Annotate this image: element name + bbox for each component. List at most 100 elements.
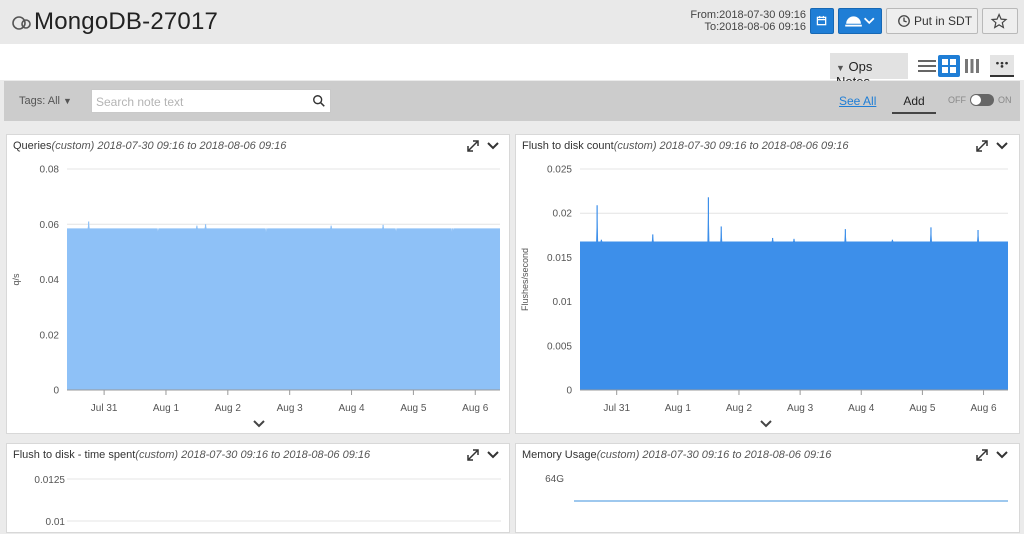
series-area bbox=[67, 221, 500, 390]
panel-title: Flush to disk count(custom) 2018-07-30 0… bbox=[522, 140, 849, 152]
y-tick-label: 0.025 bbox=[547, 165, 572, 176]
time-range-from: From:2018-07-30 09:16 bbox=[690, 9, 806, 21]
more-options-button[interactable] bbox=[990, 55, 1014, 77]
panel-range: (custom) 2018-07-30 09:16 to 2018-08-06 … bbox=[51, 140, 287, 152]
notes-toggle-labels: OFF ON bbox=[948, 95, 1012, 105]
chevron-down-icon[interactable] bbox=[485, 447, 501, 463]
chevron-down-icon[interactable] bbox=[994, 447, 1010, 463]
flush-time-chart: 0.0125 0.01 bbox=[34, 475, 501, 528]
expand-icon[interactable] bbox=[974, 138, 990, 154]
panel-metric: Flush to disk - time spent bbox=[13, 449, 136, 461]
flush-time-panel: Flush to disk - time spent(custom) 2018-… bbox=[6, 443, 510, 533]
y-tick-label: 0.06 bbox=[40, 220, 60, 231]
queries-panel: Queries(custom) 2018-07-30 09:16 to 2018… bbox=[6, 134, 510, 434]
ops-notes-switch[interactable] bbox=[970, 94, 994, 106]
column-view-button[interactable] bbox=[961, 55, 983, 77]
caret-down-icon: ▼ bbox=[63, 96, 72, 106]
grid-view-icon bbox=[942, 59, 956, 73]
chevron-down-icon[interactable] bbox=[994, 138, 1010, 154]
x-tick-label: Jul 31 bbox=[603, 403, 630, 414]
memory-usage-chart: 64G bbox=[545, 474, 1008, 502]
expand-icon[interactable] bbox=[465, 138, 481, 154]
chevron-down-icon[interactable] bbox=[251, 419, 267, 429]
time-range-to: To:2018-08-06 09:16 bbox=[704, 21, 806, 33]
x-tick-label: Aug 6 bbox=[970, 403, 997, 414]
y-tick-label: 0.005 bbox=[547, 341, 572, 352]
tags-filter[interactable]: Tags: All ▼ bbox=[19, 95, 72, 107]
y-tick-label: 0.04 bbox=[40, 275, 60, 286]
x-tick-label: Aug 5 bbox=[400, 403, 427, 414]
list-view-icon bbox=[918, 60, 936, 72]
search-icon[interactable] bbox=[312, 94, 326, 108]
note-search-input[interactable]: Search note text bbox=[91, 89, 331, 113]
x-tick-label: Aug 1 bbox=[153, 403, 180, 414]
x-tick-label: Aug 3 bbox=[277, 403, 304, 414]
y-tick-label: 0.01 bbox=[46, 517, 66, 528]
favorite-button[interactable] bbox=[982, 8, 1018, 34]
chevron-down-icon[interactable] bbox=[758, 419, 774, 429]
panel-metric: Flush to disk count bbox=[522, 140, 614, 152]
panel-metric: Memory Usage bbox=[522, 449, 597, 461]
y-tick-label: 0 bbox=[53, 386, 59, 397]
put-in-sdt-button[interactable]: Put in SDT bbox=[886, 8, 978, 34]
x-tick-label: Jul 31 bbox=[91, 403, 118, 414]
y-axis-label: Flushes/second bbox=[520, 248, 530, 311]
y-tick-label: 0.08 bbox=[40, 165, 60, 176]
see-all-link[interactable]: See All bbox=[839, 94, 876, 108]
panel-range: (custom) 2018-07-30 09:16 to 2018-08-06 … bbox=[613, 140, 849, 152]
y-tick-label: 64G bbox=[545, 474, 564, 485]
panel-title: Flush to disk - time spent(custom) 2018-… bbox=[13, 449, 370, 461]
expand-icon[interactable] bbox=[465, 447, 481, 463]
grid-view-button[interactable] bbox=[938, 55, 960, 77]
mongodb-resource-icon bbox=[12, 16, 31, 30]
flush-count-chart: 0 0.005 0.01 0.015 0.02 0.025 Flushes/second Ju… bbox=[520, 165, 1008, 414]
chevron-down-icon[interactable] bbox=[485, 138, 501, 154]
y-tick-label: 0.02 bbox=[553, 209, 573, 220]
toggle-on-label: ON bbox=[998, 95, 1012, 105]
y-tick-label: 0.02 bbox=[40, 330, 60, 341]
x-tick-label: Aug 5 bbox=[909, 403, 936, 414]
x-tick-label: Aug 4 bbox=[338, 403, 365, 414]
panel-title: Queries(custom) 2018-07-30 09:16 to 2018… bbox=[13, 140, 286, 152]
dashboard-gauge-icon bbox=[845, 16, 875, 27]
x-tick-label: Aug 3 bbox=[787, 403, 814, 414]
panel-metric: Queries bbox=[13, 140, 52, 152]
toggle-off-label: OFF bbox=[948, 95, 966, 105]
star-icon bbox=[990, 13, 1008, 29]
more-dots-icon bbox=[996, 61, 1008, 68]
x-tick-label: Aug 2 bbox=[215, 403, 242, 414]
toggle-knob bbox=[971, 95, 981, 105]
column-view-icon bbox=[965, 59, 979, 73]
series-area bbox=[580, 197, 1008, 390]
y-axis-label: q/s bbox=[11, 273, 21, 286]
y-tick-label: 0.01 bbox=[553, 297, 573, 308]
page-title: MongoDB-27017 bbox=[34, 8, 219, 35]
ops-notes-toggle[interactable]: ▼ Ops Notes bbox=[830, 53, 908, 89]
flush-count-panel: Flush to disk count(custom) 2018-07-30 0… bbox=[515, 134, 1020, 434]
x-tick-label: Aug 1 bbox=[665, 403, 692, 414]
tags-filter-label: Tags: All bbox=[19, 95, 60, 107]
caret-down-icon: ▼ bbox=[836, 63, 845, 73]
memory-usage-panel: Memory Usage(custom) 2018-07-30 09:16 to… bbox=[515, 443, 1020, 533]
x-tick-label: Aug 2 bbox=[726, 403, 753, 414]
x-tick-label: Aug 4 bbox=[848, 403, 875, 414]
dashboard-menu-button[interactable] bbox=[838, 8, 882, 34]
calendar-button[interactable] bbox=[810, 8, 834, 34]
panel-title: Memory Usage(custom) 2018-07-30 09:16 to… bbox=[522, 449, 831, 461]
y-tick-label: 0 bbox=[566, 386, 572, 397]
put-in-sdt-label: Put in SDT bbox=[914, 14, 973, 28]
chevron-down-icon bbox=[863, 17, 875, 25]
list-view-button[interactable] bbox=[916, 55, 938, 77]
time-range-display[interactable]: From:2018-07-30 09:16 To:2018-08-06 09:1… bbox=[690, 9, 806, 33]
panel-range: (custom) 2018-07-30 09:16 to 2018-08-06 … bbox=[596, 449, 832, 461]
add-note-button[interactable]: Add bbox=[892, 90, 936, 114]
page-header: MongoDB-27017 From:2018-07-30 09:16 To:2… bbox=[0, 0, 1024, 44]
queries-chart: 0 0.02 0.04 0.06 0.08 q/s Jul 31 Aug 1 Aug 2 Aug … bbox=[11, 165, 500, 414]
clock-icon bbox=[898, 15, 910, 27]
calendar-icon bbox=[816, 15, 827, 26]
note-search-placeholder: Search note text bbox=[96, 95, 184, 109]
expand-icon[interactable] bbox=[974, 447, 990, 463]
y-tick-label: 0.0125 bbox=[34, 475, 65, 486]
panel-range: (custom) 2018-07-30 09:16 to 2018-08-06 … bbox=[135, 449, 371, 461]
y-tick-label: 0.015 bbox=[547, 253, 572, 264]
